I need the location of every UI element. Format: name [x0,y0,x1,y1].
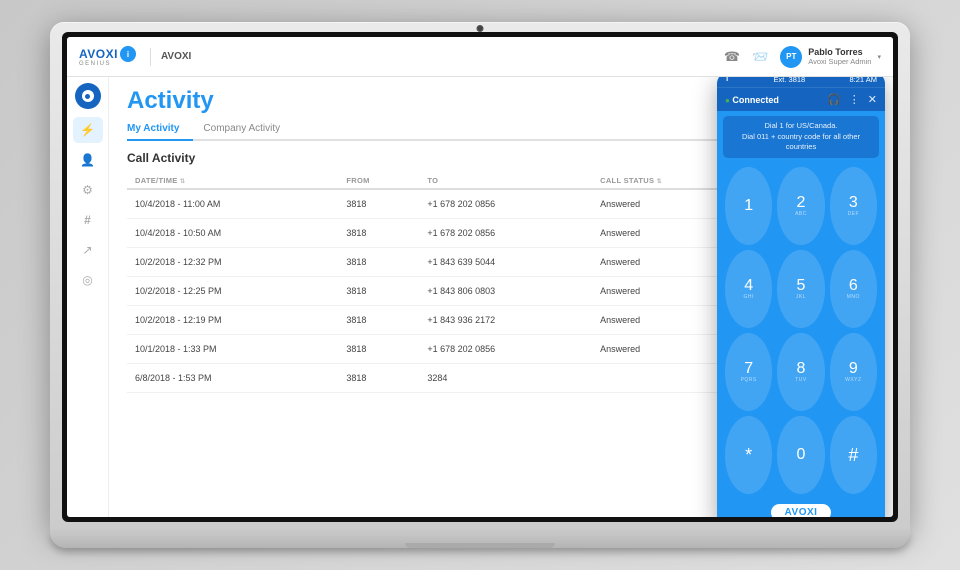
app-body: ⚡ 👤 ⚙ # ↗ ◎ Activity [67,77,893,517]
content-area: Activity My Activity Company Activity Ca… [109,77,893,517]
tab-company-activity[interactable]: Company Activity [193,120,294,141]
sidebar-item-share[interactable]: ↗ [73,237,103,263]
key-0[interactable]: 0 [777,416,824,494]
sidebar: ⚡ 👤 ⚙ # ↗ ◎ [67,77,109,517]
logo-sub: GENIUS [79,61,111,67]
cell-to: +1 843 639 5044 [419,248,592,277]
app-container: AVOXI i GENIUS AVOXI ☎ 📨 [67,37,893,517]
sidebar-logo [75,83,101,109]
sidebar-item-hashtag[interactable]: # [73,207,103,233]
logo-icon: i [120,46,136,62]
cell-from: 3818 [338,277,419,306]
key-2[interactable]: 2 ABC [777,167,824,245]
sidebar-item-gear2[interactable]: ◎ [73,267,103,293]
cell-to: 3284 [419,364,592,393]
cell-to: +1 678 202 0856 [419,219,592,248]
avatar: PT [780,46,802,68]
header-icons: ☎ 📨 [724,49,768,65]
chevron-down-icon: ▾ [877,53,881,61]
username: Pablo Torres [808,47,871,57]
cell-from: 3818 [338,219,419,248]
key-1[interactable]: 1 [725,167,772,245]
header-app-name: AVOXI [161,51,191,62]
laptop-base [50,532,910,548]
cell-from: 3818 [338,248,419,277]
phone-connected-label: ● Connected [725,95,779,105]
tab-my-activity[interactable]: My Activity [127,120,193,141]
key-star[interactable]: * [725,416,772,494]
laptop-screen: AVOXI i GENIUS AVOXI ☎ 📨 [67,37,893,517]
cell-to: +1 678 202 0856 [419,189,592,219]
sidebar-item-users[interactable]: 👤 [73,147,103,173]
key-3[interactable]: 3 DEF [830,167,877,245]
key-hash[interactable]: # [830,416,877,494]
logo-container: AVOXI i GENIUS [79,46,136,67]
avoxi-badge: AVOXI [771,504,832,517]
cell-to: +1 843 936 2172 [419,306,592,335]
cell-from: 3818 [338,364,419,393]
phone-signal-indicator: T [725,77,729,83]
cell-from: 3818 [338,306,419,335]
app-header: AVOXI i GENIUS AVOXI ☎ 📨 [67,37,893,77]
laptop-screen-bezel: AVOXI i GENIUS AVOXI ☎ 📨 [62,32,898,522]
phone-keypad: 1 2 ABC 3 [717,163,885,499]
avoxi-badge-text: AVOXI [785,507,818,517]
cell-from: 3818 [338,189,419,219]
cell-datetime: 6/8/2018 - 1:53 PM [127,364,338,393]
cell-datetime: 10/2/2018 - 12:25 PM [127,277,338,306]
key-5[interactable]: 5 JKL [777,250,824,328]
sidebar-item-activity[interactable]: ⚡ [73,117,103,143]
col-from: FROM [338,173,419,189]
voicemail-icon[interactable]: 📨 [752,49,768,65]
key-7[interactable]: 7 PQRS [725,333,772,411]
phone-connection-header: ● Connected 🎧 ⋮ ✕ [717,87,885,111]
phone-dial-hint: Dial 1 for US/Canada. Dial 011 + country… [723,116,879,158]
sidebar-item-settings[interactable]: ⚙ [73,177,103,203]
phone-header-controls: 🎧 ⋮ ✕ [827,93,877,106]
cell-datetime: 10/4/2018 - 10:50 AM [127,219,338,248]
header-user[interactable]: PT Pablo Torres Avoxi Super Admin ▾ [780,46,881,68]
key-6[interactable]: 6 MNO [830,250,877,328]
key-4[interactable]: 4 GHI [725,250,772,328]
col-datetime: DATE/TIME ⇅ [127,173,338,189]
headset-icon[interactable]: 🎧 [827,93,841,106]
key-9[interactable]: 9 WXYZ [830,333,877,411]
more-icon[interactable]: ⋮ [849,93,860,106]
phone-icon[interactable]: ☎ [724,49,740,65]
phone-status-bar: T Ext. 3818 8:21 AM [717,77,885,87]
phone-time: 8:21 AM [849,77,877,84]
col-to: TO [419,173,592,189]
cell-from: 3818 [338,335,419,364]
cell-datetime: 10/1/2018 - 1:33 PM [127,335,338,364]
laptop-outer: AVOXI i GENIUS AVOXI ☎ 📨 [50,22,910,532]
key-8[interactable]: 8 TUV [777,333,824,411]
phone-bottom: AVOXI [717,498,885,517]
phone-overlay: T Ext. 3818 8:21 AM ● Connected [717,77,885,517]
cell-to: +1 843 806 0803 [419,277,592,306]
dial-hint-text: Dial 1 for US/Canada. Dial 011 + country… [729,121,873,153]
user-info: Pablo Torres Avoxi Super Admin [808,47,871,66]
logo-text: AVOXI [79,47,118,61]
cell-datetime: 10/2/2018 - 12:19 PM [127,306,338,335]
cell-to: +1 678 202 0856 [419,335,592,364]
close-phone-icon[interactable]: ✕ [868,93,877,106]
header-divider [150,48,151,66]
cell-datetime: 10/4/2018 - 11:00 AM [127,189,338,219]
user-role: Avoxi Super Admin [808,57,871,66]
cell-datetime: 10/2/2018 - 12:32 PM [127,248,338,277]
phone-ext: Ext. 3818 [774,77,806,84]
